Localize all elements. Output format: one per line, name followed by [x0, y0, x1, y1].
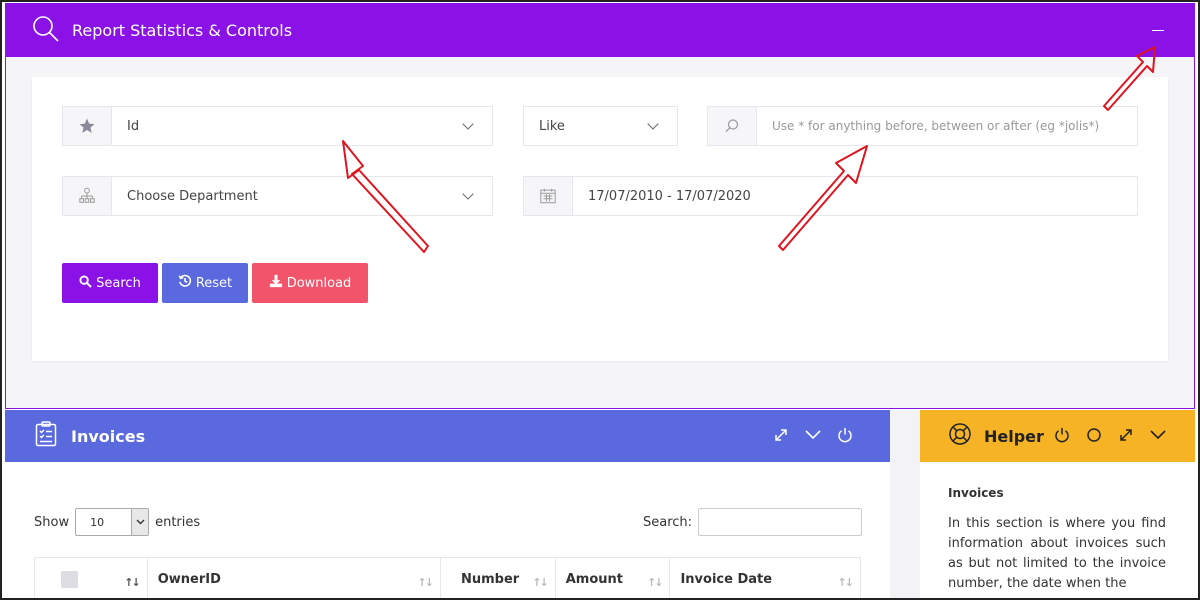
download-button-label: Download — [286, 275, 352, 291]
column-header-label: Number — [460, 571, 520, 587]
column-header-number[interactable]: Number ↑↓ — [441, 558, 556, 600]
search-button[interactable]: Search — [62, 263, 158, 303]
column-header-ownerid[interactable]: OwnerID ↑↓ — [148, 558, 441, 600]
sort-icon: ↑↓ — [532, 576, 549, 589]
select-all-column[interactable]: ↑↓ — [35, 558, 148, 600]
report-title: Report Statistics & Controls — [72, 21, 293, 40]
column-header-invoice-date[interactable]: Invoice Date ↑↓ — [670, 558, 860, 600]
chevron-down-icon — [647, 118, 659, 130]
table-header-row: ↑↓ OwnerID ↑↓ Number ↑↓ Amount ↑↓ Invoic… — [34, 557, 861, 600]
operator-select-value: Like — [539, 118, 565, 134]
department-select-value: Choose Department — [127, 188, 258, 204]
circle-icon[interactable] — [1085, 426, 1103, 444]
chevron-down-icon — [131, 509, 149, 535]
entries-length-control: Show 10 entries — [34, 508, 200, 536]
sort-icon: ↑↓ — [124, 576, 141, 589]
table-search: Search: — [643, 508, 863, 536]
field-select-value: Id — [127, 118, 140, 134]
search-icon — [79, 274, 92, 292]
reset-button-label: Reset — [195, 275, 233, 291]
star-icon — [63, 107, 112, 145]
sort-icon: ↑↓ — [417, 576, 435, 589]
life-ring-icon — [948, 422, 972, 450]
search-button-label: Search — [96, 275, 141, 291]
entries-label: entries — [155, 514, 201, 530]
helper-body: Invoices In this section is where you fi… — [948, 486, 1166, 594]
field-select[interactable]: Id — [62, 106, 493, 146]
invoices-header: Invoices — [5, 410, 890, 462]
helper-text: In this section is where you find inform… — [948, 516, 1166, 591]
invoices-title: Invoices — [71, 426, 146, 446]
chevron-down-icon[interactable] — [1149, 426, 1167, 444]
sitemap-icon — [63, 177, 112, 215]
invoices-header-actions — [772, 426, 854, 444]
table-search-input[interactable] — [698, 508, 863, 536]
table-search-label: Search: — [643, 514, 693, 530]
search-icon — [32, 15, 60, 47]
reset-button[interactable]: Reset — [162, 263, 248, 303]
sort-icon: ↑↓ — [647, 576, 664, 589]
expand-icon[interactable] — [1117, 426, 1135, 444]
operator-select[interactable]: Like — [523, 106, 678, 146]
download-button[interactable]: Download — [252, 263, 368, 303]
helper-header-actions — [1053, 426, 1167, 444]
invoices-panel: Invoices Show 10 entries Search: ↑↓ Owne… — [5, 410, 890, 600]
search-input-placeholder: Use * for anything before, between or af… — [772, 119, 1100, 133]
sort-icon: ↑↓ — [837, 576, 855, 589]
select-all-checkbox[interactable] — [61, 570, 78, 588]
entries-select[interactable]: 10 — [75, 508, 150, 536]
expand-icon[interactable] — [772, 426, 790, 444]
column-header-label: Invoice Date — [680, 571, 773, 587]
helper-panel: Helper Invoices In this section is where… — [920, 410, 1195, 600]
calendar-icon — [524, 177, 573, 215]
column-header-label: OwnerID — [157, 571, 221, 587]
power-icon[interactable] — [836, 426, 854, 444]
search-input[interactable]: Use * for anything before, between or af… — [707, 106, 1138, 146]
department-select[interactable]: Choose Department — [62, 176, 493, 216]
history-icon — [178, 274, 192, 292]
helper-title: Helper — [984, 426, 1044, 446]
minimize-button[interactable] — [1152, 30, 1164, 31]
helper-heading: Invoices — [948, 486, 1004, 500]
entries-select-value: 10 — [90, 515, 105, 529]
panel-gutter — [890, 410, 920, 600]
date-range-value: 17/07/2010 - 17/07/2020 — [588, 188, 751, 204]
date-range-input[interactable]: 17/07/2010 - 17/07/2020 — [523, 176, 1138, 216]
column-header-label: Amount — [565, 571, 623, 587]
helper-header: Helper — [920, 410, 1195, 462]
chevron-down-icon[interactable] — [804, 426, 822, 444]
chevron-down-icon — [462, 188, 474, 200]
report-panel: Report Statistics & Controls Id Like Use… — [5, 3, 1195, 409]
show-label: Show — [34, 514, 70, 530]
column-header-amount[interactable]: Amount ↑↓ — [556, 558, 671, 600]
power-icon[interactable] — [1053, 426, 1071, 444]
filter-card: Id Like Use * for anything before, betwe… — [32, 77, 1168, 361]
chevron-down-icon — [462, 118, 474, 130]
report-header: Report Statistics & Controls — [6, 4, 1194, 57]
magnifier-icon — [708, 107, 757, 145]
clipboard-icon — [35, 421, 57, 451]
download-icon — [269, 274, 283, 292]
